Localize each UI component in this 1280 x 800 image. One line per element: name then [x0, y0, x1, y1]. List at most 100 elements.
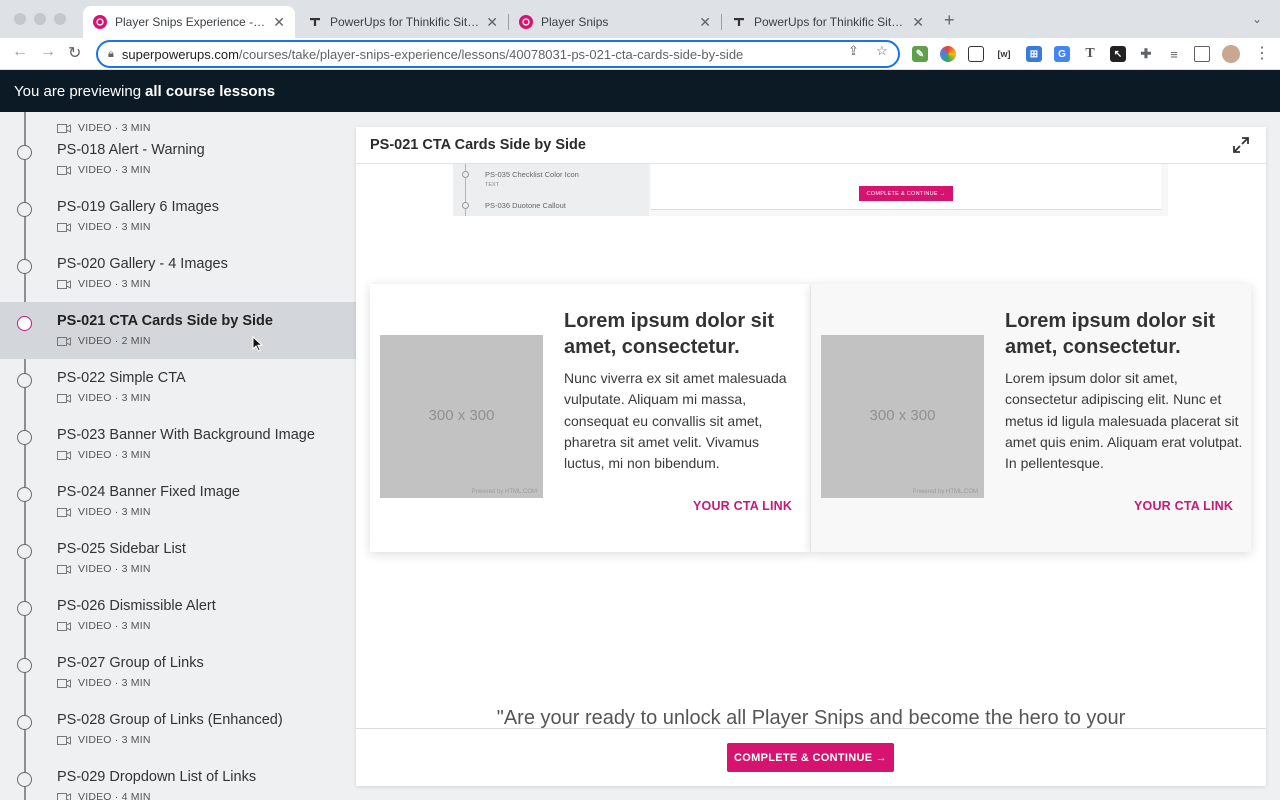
- bitwarden-extension-icon[interactable]: ⊞: [1026, 46, 1042, 62]
- browser-tab-bar: Player Snips Experience - PowerUps ✕ Pow…: [0, 0, 1280, 38]
- card-cta-link[interactable]: YOUR CTA LINK: [1134, 499, 1233, 513]
- expand-fullscreen-icon[interactable]: [1232, 136, 1250, 154]
- tab-title: PowerUps for Thinkific Sites - PowerUps: [330, 15, 480, 29]
- browser-tab-4[interactable]: PowerUps for Thinkific Sites - PowerUps …: [722, 6, 934, 38]
- placeholder-image: 300 x 300 Powered by HTML.COM: [380, 335, 543, 498]
- lesson-meta: VIDEO · 3 MIN: [78, 164, 151, 176]
- card-body: Nunc viverra ex sit amet malesuada vulpu…: [564, 370, 787, 472]
- tab-close-icon[interactable]: ✕: [273, 14, 285, 31]
- thinkific-favicon-icon: [310, 18, 320, 26]
- side-panel-icon[interactable]: [1194, 46, 1210, 62]
- placeholder-size-label: 300 x 300: [428, 407, 495, 424]
- lesson-title: PS-022 Simple CTA: [57, 370, 186, 386]
- mini-lesson-circle: [462, 202, 469, 209]
- mini-lesson-title: PS-035 Checklist Color Icon: [485, 170, 579, 179]
- lesson-status-circle: [17, 145, 32, 160]
- screenshot-extension-icon[interactable]: [968, 46, 984, 62]
- lesson-item[interactable]: PS-029 Dropdown List of Links VIDEO · 4 …: [0, 758, 356, 800]
- mini-lesson-title: PS-036 Duotone Callout: [485, 201, 566, 210]
- lesson-title: PS-025 Sidebar List: [57, 541, 186, 557]
- video-camera-icon: [57, 792, 71, 800]
- tab-close-icon[interactable]: ✕: [486, 14, 498, 31]
- lesson-status-circle: [17, 259, 32, 274]
- url-path: /courses/take/player-snips-experience/le…: [238, 46, 744, 62]
- lesson-title: PS-020 Gallery - 4 Images: [57, 256, 228, 272]
- reload-icon[interactable]: ↻: [68, 43, 81, 63]
- mini-complete-button: COMPLETE & CONTINUE →: [859, 186, 953, 201]
- lesson-item[interactable]: PS-022 Simple CTA VIDEO · 3 MIN: [0, 359, 356, 416]
- lesson-footer: COMPLETE & CONTINUE →: [356, 728, 1266, 786]
- lesson-meta: VIDEO · 2 MIN: [78, 335, 151, 347]
- wappalyzer-extension-icon[interactable]: [w]: [996, 46, 1012, 62]
- video-camera-icon: [57, 507, 71, 517]
- video-camera-icon: [57, 564, 71, 574]
- window-close-button[interactable]: [14, 13, 26, 25]
- browser-tab-3[interactable]: Player Snips ✕: [509, 6, 721, 38]
- lesson-meta: VIDEO · 3 MIN: [78, 506, 151, 518]
- tab-title: Player Snips: [541, 15, 609, 29]
- preview-prefix: You are previewing: [14, 82, 142, 100]
- lesson-status-circle: [17, 601, 32, 616]
- video-camera-icon: [57, 621, 71, 631]
- lesson-item[interactable]: PS-020 Gallery - 4 Images VIDEO · 3 MIN: [0, 245, 356, 302]
- color-picker-extension-icon[interactable]: [940, 46, 956, 62]
- video-camera-icon: [57, 336, 71, 346]
- translate-extension-icon[interactable]: G: [1054, 46, 1070, 62]
- lesson-title: PS-018 Alert - Warning: [57, 142, 205, 158]
- promo-quote: "Are your ready to unlock all Player Sni…: [496, 707, 1126, 729]
- url-host: superpowerups.com: [121, 46, 239, 62]
- tab-close-icon[interactable]: ✕: [912, 14, 924, 31]
- lesson-status-circle: [17, 430, 32, 445]
- card-cta-link[interactable]: YOUR CTA LINK: [693, 499, 792, 513]
- browser-toolbar: ← → ↻ 🔒︎ superpowerups.com/courses/take/…: [0, 38, 1280, 70]
- mini-sidebar: PS-035 Checklist Color Icon TEXT PS-036 …: [453, 164, 649, 216]
- cursor-extension-icon[interactable]: ↖: [1110, 46, 1126, 62]
- tab-title: Player Snips Experience - PowerUps: [115, 15, 267, 29]
- lesson-status-circle: [17, 772, 32, 787]
- powerups-favicon-icon: [93, 15, 107, 29]
- lesson-item-active[interactable]: PS-021 CTA Cards Side by Side VIDEO · 2 …: [0, 302, 356, 359]
- lesson-title: PS-019 Gallery 6 Images: [57, 199, 219, 215]
- lesson-item[interactable]: PS-026 Dismissible Alert VIDEO · 3 MIN: [0, 587, 356, 644]
- tab-close-icon[interactable]: ✕: [699, 14, 711, 31]
- lesson-meta: VIDEO · 3 MIN: [78, 392, 151, 404]
- card-body: Lorem ipsum dolor sit amet, consectetur …: [1005, 370, 1243, 472]
- profile-avatar[interactable]: [1222, 45, 1240, 63]
- lesson-meta: VIDEO · 4 MIN: [78, 791, 151, 800]
- back-arrow-icon[interactable]: ←: [12, 43, 28, 61]
- lesson-status-circle: [17, 373, 32, 388]
- lesson-title: PS-024 Banner Fixed Image: [57, 484, 240, 500]
- lesson-item[interactable]: PS-028 Group of Links (Enhanced) VIDEO ·…: [0, 701, 356, 758]
- reading-list-icon[interactable]: ≡: [1166, 46, 1182, 62]
- lesson-title: PS-023 Banner With Background Image: [57, 427, 315, 443]
- pen-extension-icon[interactable]: ✎: [912, 46, 928, 62]
- card-heading: Lorem ipsum dolor sit amet, consectetur.: [1005, 310, 1216, 358]
- card-heading: Lorem ipsum dolor sit amet, consectetur.: [564, 310, 775, 358]
- new-tab-button[interactable]: +: [944, 10, 955, 31]
- extensions-puzzle-icon[interactable]: ✚: [1138, 46, 1154, 62]
- lesson-meta: VIDEO · 3 MIN: [78, 449, 151, 461]
- complete-and-continue-button[interactable]: COMPLETE & CONTINUE →: [727, 743, 894, 772]
- placeholder-size-label: 300 x 300: [869, 407, 936, 424]
- forward-arrow-icon[interactable]: →: [40, 43, 56, 61]
- font-extension-icon[interactable]: T: [1082, 46, 1098, 62]
- lesson-content-panel: PS-021 CTA Cards Side by Side PS-035 Che…: [356, 127, 1266, 786]
- lesson-item[interactable]: PS-019 Gallery 6 Images VIDEO · 3 MIN: [0, 188, 356, 245]
- lesson-item[interactable]: PS-024 Banner Fixed Image VIDEO · 3 MIN: [0, 473, 356, 530]
- browser-tab-2[interactable]: PowerUps for Thinkific Sites - PowerUps …: [298, 6, 508, 38]
- bookmark-star-icon[interactable]: ☆: [876, 43, 888, 59]
- address-bar[interactable]: 🔒︎ superpowerups.com/courses/take/player…: [96, 40, 900, 68]
- mini-lesson-circle: [462, 171, 469, 178]
- tab-search-chevron-icon[interactable]: ⌄: [1252, 12, 1262, 26]
- lesson-item[interactable]: PS-025 Sidebar List VIDEO · 3 MIN: [0, 530, 356, 587]
- lesson-item[interactable]: PS-018 Alert - Warning VIDEO · 3 MIN: [0, 131, 356, 188]
- lesson-page-title: PS-021 CTA Cards Side by Side: [370, 137, 586, 153]
- lesson-meta: VIDEO · 3 MIN: [78, 677, 151, 689]
- share-icon[interactable]: ⇪: [848, 43, 859, 59]
- window-zoom-button[interactable]: [54, 13, 66, 25]
- lesson-item[interactable]: PS-023 Banner With Background Image VIDE…: [0, 416, 356, 473]
- lesson-item[interactable]: PS-027 Group of Links VIDEO · 3 MIN: [0, 644, 356, 701]
- browser-menu-icon[interactable]: ⋮: [1254, 43, 1270, 63]
- browser-tab-1[interactable]: Player Snips Experience - PowerUps ✕: [83, 6, 295, 38]
- window-minimize-button[interactable]: [34, 13, 46, 25]
